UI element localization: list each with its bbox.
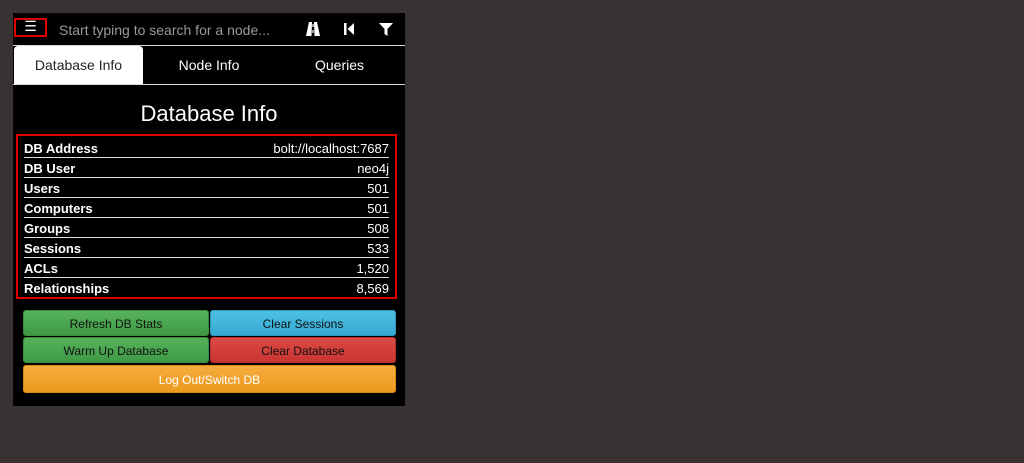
stat-row-users: Users 501 xyxy=(24,179,389,198)
stat-label: DB Address xyxy=(24,140,98,156)
stat-label: Sessions xyxy=(24,240,82,256)
search-bar: ☰ xyxy=(13,13,405,45)
stat-value: bolt://localhost:7687 xyxy=(273,140,389,156)
db-stats-table: DB Address bolt://localhost:7687 DB User… xyxy=(16,134,397,299)
stat-row-acls: ACLs 1,520 xyxy=(24,259,389,278)
stat-label: DB User xyxy=(24,160,76,176)
stat-value: 1,520 xyxy=(356,260,389,276)
stat-row-db-address: DB Address bolt://localhost:7687 xyxy=(24,139,389,158)
stat-row-computers: Computers 501 xyxy=(24,199,389,218)
log-out-switch-db-button[interactable]: Log Out/Switch DB xyxy=(23,365,396,393)
stat-label: Computers xyxy=(24,200,93,216)
tab-bar: Database Info Node Info Queries xyxy=(13,46,405,84)
node-search-input[interactable] xyxy=(57,19,301,41)
stat-value: 533 xyxy=(367,240,389,256)
stat-value: 501 xyxy=(367,180,389,196)
back-icon[interactable] xyxy=(340,20,358,38)
stat-label: Groups xyxy=(24,220,71,236)
stat-label: ACLs xyxy=(24,260,58,276)
warm-up-database-button[interactable]: Warm Up Database xyxy=(23,337,209,363)
tab-node-info[interactable]: Node Info xyxy=(144,46,274,84)
clear-sessions-button[interactable]: Clear Sessions xyxy=(210,310,396,336)
filter-icon[interactable] xyxy=(377,20,395,38)
stat-value: neo4j xyxy=(357,160,389,176)
stat-value: 501 xyxy=(367,200,389,216)
page-title: Database Info xyxy=(140,101,278,126)
stat-row-sessions: Sessions 533 xyxy=(24,239,389,258)
stat-row-relationships: Relationships 8,569 xyxy=(24,279,389,298)
clear-database-button[interactable]: Clear Database xyxy=(210,337,396,363)
refresh-db-stats-button[interactable]: Refresh DB Stats xyxy=(23,310,209,336)
path-finding-icon[interactable] xyxy=(304,20,322,38)
stat-row-groups: Groups 508 xyxy=(24,219,389,238)
tab-queries[interactable]: Queries xyxy=(274,46,405,84)
stat-value: 8,569 xyxy=(356,281,389,296)
tab-database-info[interactable]: Database Info xyxy=(14,46,143,84)
stat-value: 508 xyxy=(367,220,389,236)
database-info-panel: ☰ Database Info Node Info Queries Databa… xyxy=(13,13,405,406)
tab-divider xyxy=(13,84,405,85)
hamburger-icon: ☰ xyxy=(24,19,37,35)
hamburger-menu-button[interactable]: ☰ xyxy=(14,18,47,37)
stat-label: Users xyxy=(24,180,61,196)
stat-row-db-user: DB User neo4j xyxy=(24,159,389,178)
stat-label: Relationships xyxy=(24,281,110,296)
